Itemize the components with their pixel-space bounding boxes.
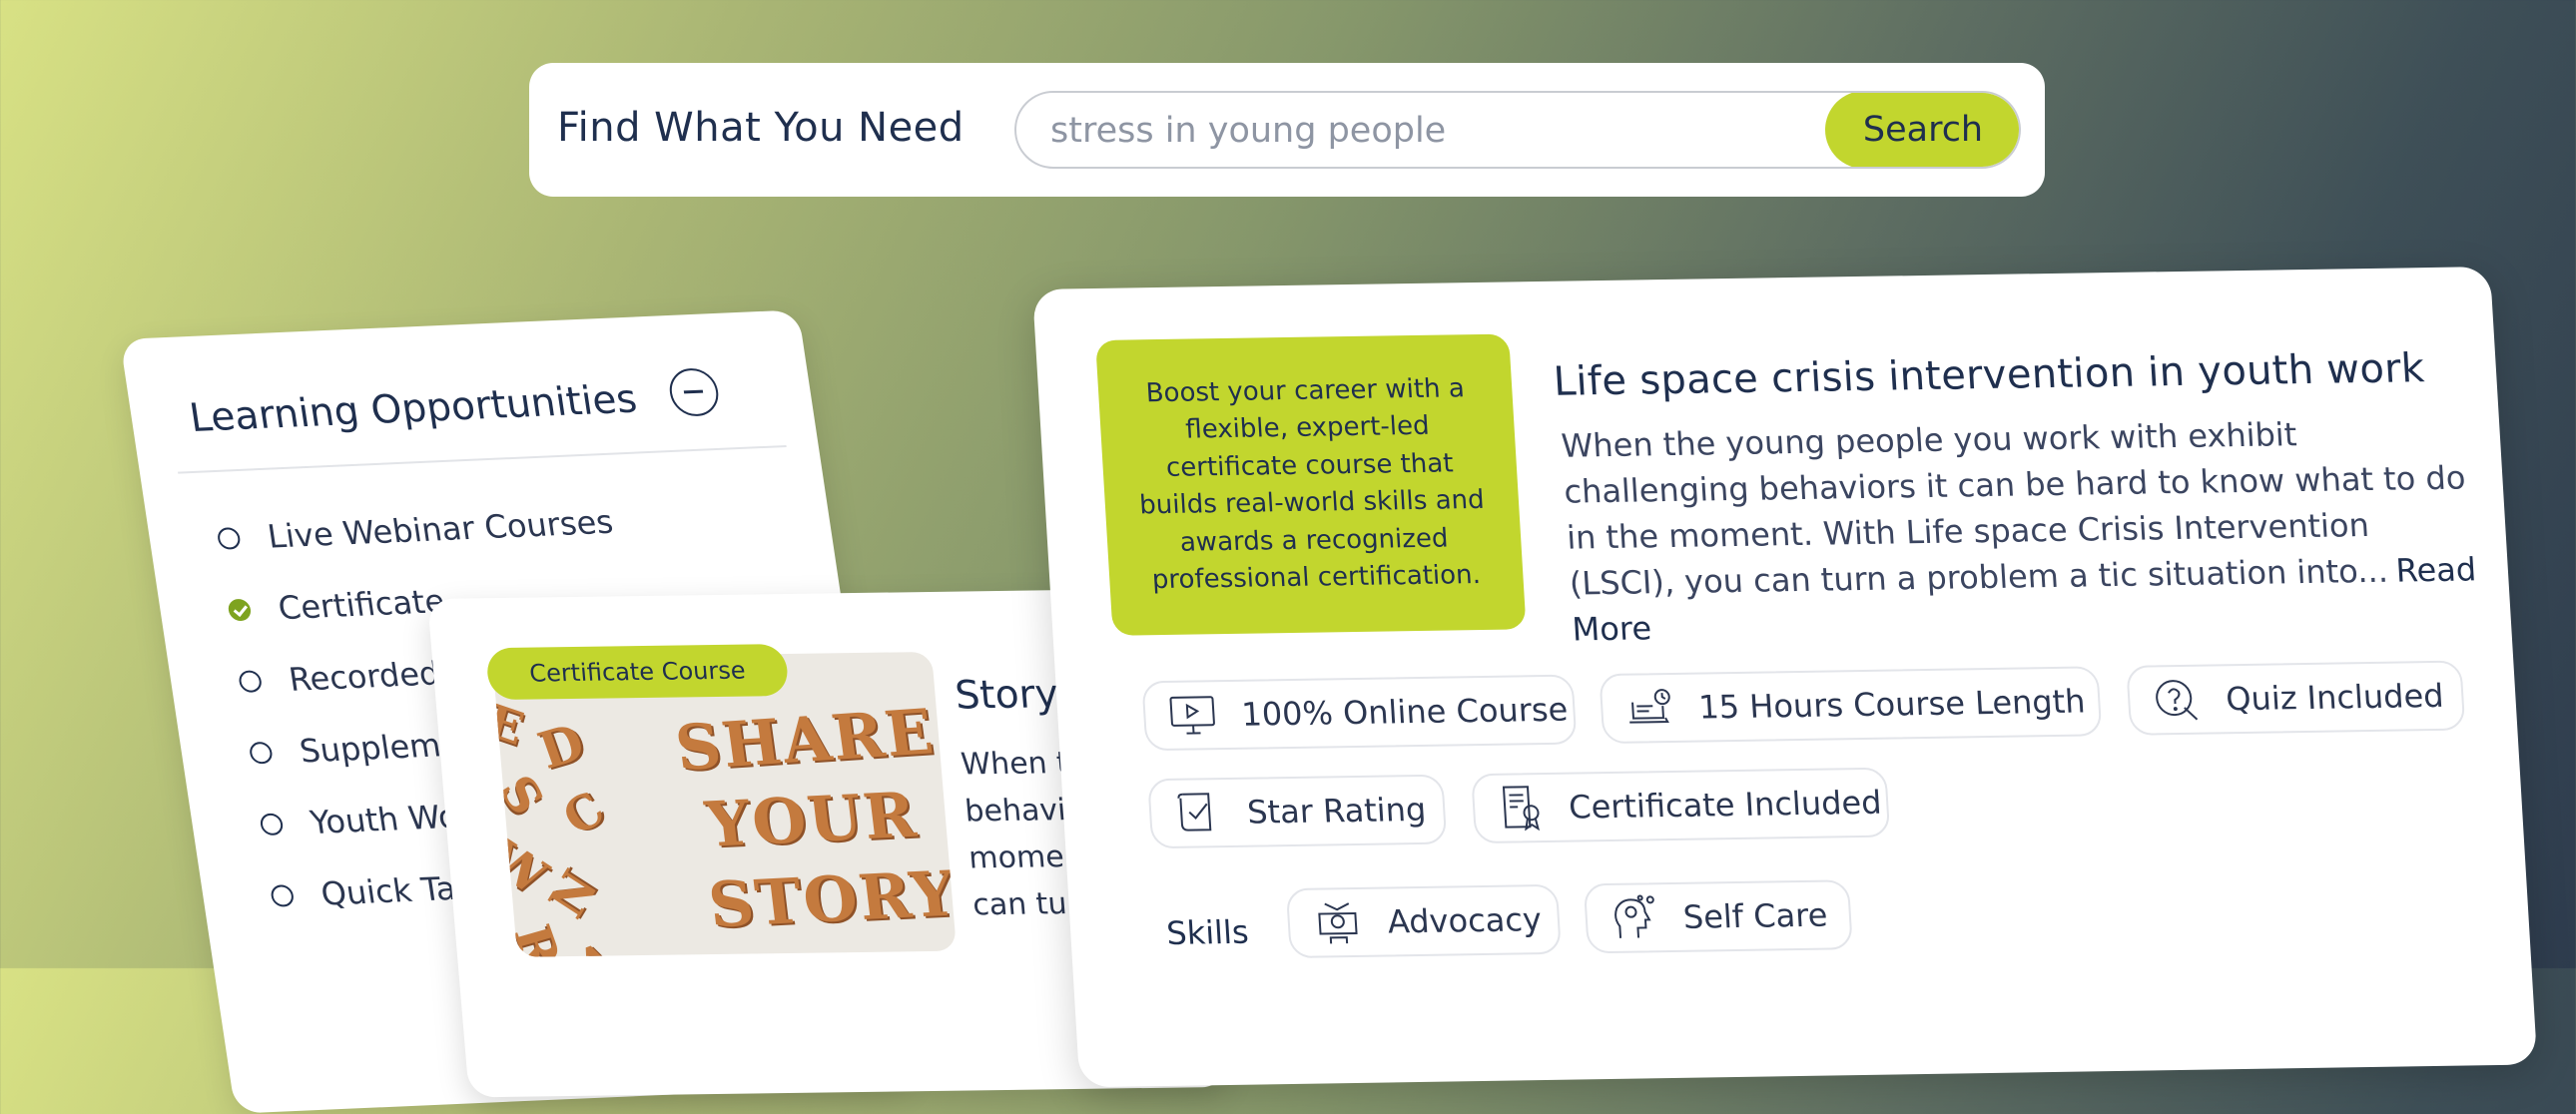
radio-icon xyxy=(270,884,296,907)
promo-text: Boost your career with a flexible, exper… xyxy=(1138,372,1486,596)
feature-course-length: 15 Hours Course Length xyxy=(1599,666,2103,745)
scatter-letter: D xyxy=(530,712,592,781)
advocacy-icon xyxy=(1318,902,1358,944)
filter-option-label: Live Webinar Courses xyxy=(265,502,616,556)
search-title: Find What You Need xyxy=(557,105,965,151)
feature-label: 15 Hours Course Length xyxy=(1697,682,2087,727)
quiz-question-icon xyxy=(2156,680,2199,721)
feature-star-rating: Star Rating xyxy=(1147,774,1448,849)
feature-label: 100% Online Course xyxy=(1240,690,1570,734)
radio-icon xyxy=(216,527,242,550)
search-field: Search xyxy=(1014,91,2021,169)
feature-label: Quiz Included xyxy=(2225,676,2445,719)
feature-label: Certificate Included xyxy=(1568,783,1883,827)
laptop-clock-icon xyxy=(1629,689,1670,724)
skills-label: Skills xyxy=(1165,912,1250,952)
scatter-letter: A xyxy=(568,931,623,957)
scatter-letter: C xyxy=(552,781,615,846)
scatter-letter: E xyxy=(492,693,530,757)
monitor-play-icon xyxy=(1169,696,1215,735)
check-circle-icon xyxy=(227,598,253,622)
description-text: When the young people you work with exhi… xyxy=(1560,415,2467,603)
scatter-letter: R xyxy=(502,917,573,957)
skill-advocacy[interactable]: Advocacy xyxy=(1285,883,1562,959)
image-word-your: YOUR xyxy=(702,778,922,861)
divider xyxy=(178,444,787,474)
collapse-icon[interactable] xyxy=(666,367,722,417)
search-button[interactable]: Search xyxy=(1825,93,2019,167)
course-description: When the young people you work with exhi… xyxy=(1560,408,2482,652)
filter-option-label: Recorded xyxy=(286,654,442,699)
search-input[interactable] xyxy=(1048,93,1831,167)
course-title[interactable]: Life space crisis intervention in youth … xyxy=(1553,345,2426,405)
feature-certificate: Certificate Included xyxy=(1471,767,1891,844)
scroll-check-icon xyxy=(1177,793,1212,832)
certificate-icon xyxy=(1502,786,1541,832)
feature-online-course: 100% Online Course xyxy=(1141,674,1578,752)
radio-icon xyxy=(259,813,285,836)
skill-label: Self Care xyxy=(1681,895,1829,936)
search-bar: Find What You Need Search xyxy=(529,63,2045,197)
image-word-story: STORY xyxy=(704,856,958,942)
feature-quiz: Quiz Included xyxy=(2126,660,2466,736)
filter-option-label: Certificate xyxy=(276,582,447,628)
scatter-letters: E D S C W N R A xyxy=(492,693,651,957)
feature-label: Star Rating xyxy=(1246,790,1428,832)
image-word-share: SHARE xyxy=(671,695,940,786)
skill-self-care[interactable]: Self Care xyxy=(1583,879,1853,954)
self-care-icon xyxy=(1614,894,1654,938)
radio-icon xyxy=(238,670,264,694)
promo-box: Boost your career with a flexible, exper… xyxy=(1095,333,1527,636)
scatter-letter: S xyxy=(492,766,554,825)
skill-label: Advocacy xyxy=(1386,900,1543,941)
course-card-lsci: Boost your career with a flexible, exper… xyxy=(1032,267,2538,1088)
radio-icon xyxy=(248,741,274,765)
course-type-badge: Certificate Course xyxy=(485,644,790,701)
filter-title: Learning Opportunities xyxy=(186,376,640,441)
